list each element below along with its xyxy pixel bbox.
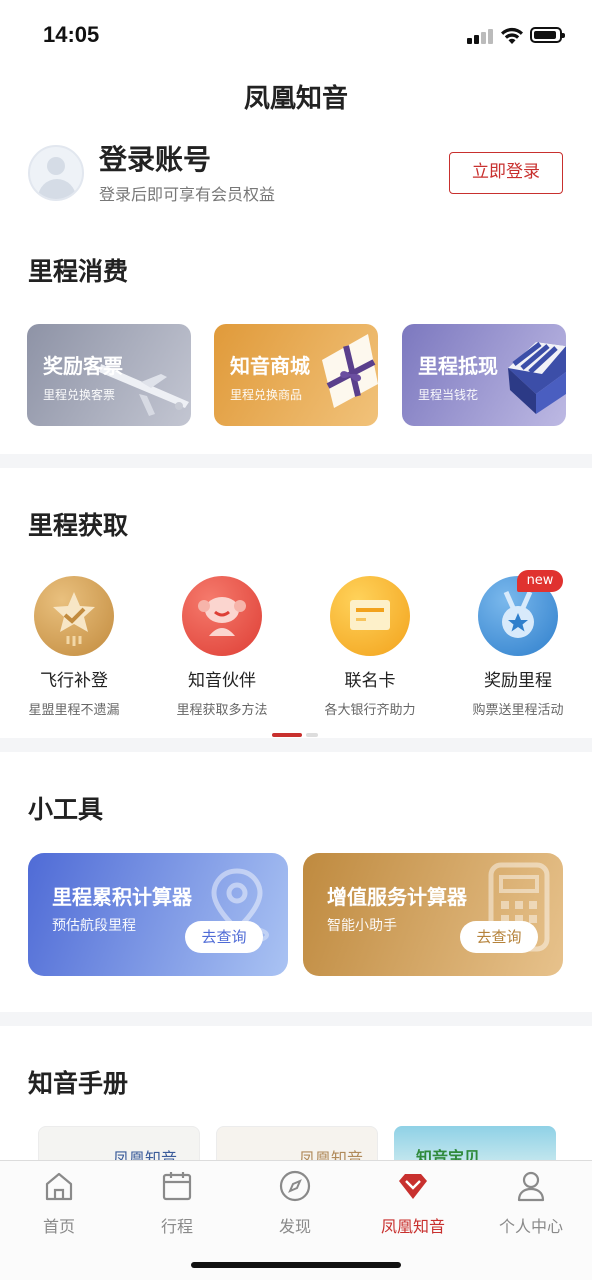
home-icon	[45, 1172, 73, 1201]
value-added-calculator-title: 增值服务计算器	[327, 885, 467, 909]
phoenix-gem-icon	[399, 1174, 427, 1199]
tab-label: 首页	[42, 1217, 75, 1236]
acquire-section-title: 里程获取	[28, 511, 129, 540]
shop-icon	[508, 342, 566, 414]
flight-retro-claim-item[interactable]: 飞行补登 星盟里程不遗漏	[0, 576, 148, 718]
partner-icon	[182, 576, 262, 656]
shop-mall-title: 知音商城	[230, 354, 310, 378]
section-divider	[0, 454, 592, 468]
value-added-calculator-card[interactable]: 增值服务计算器 智能小助手 去查询	[303, 853, 563, 976]
cobrand-card-item[interactable]: 联名卡 各大银行齐助力	[296, 576, 444, 718]
tab-trips[interactable]: 行程	[118, 1169, 236, 1237]
handbook-section-title: 知音手册	[28, 1069, 129, 1098]
status-time: 14:05	[43, 22, 100, 47]
cellular-signal-icon	[467, 28, 495, 44]
tab-label: 发现	[278, 1217, 311, 1236]
page-title: 凤凰知音	[243, 84, 348, 114]
bonus-mileage-name: 奖励里程	[484, 671, 552, 691]
mileage-cash-subtitle: 里程当钱花	[418, 388, 479, 402]
compass-icon	[279, 1170, 311, 1202]
tab-label: 行程	[160, 1217, 193, 1236]
tab-discover[interactable]: 发现	[236, 1169, 354, 1237]
shop-mall-card[interactable]: 知音商城 里程兑换商品	[214, 324, 378, 426]
wifi-icon	[501, 27, 523, 44]
bonus-mileage-desc: 购票送里程活动	[472, 703, 564, 718]
award-ticket-title: 奖励客票	[43, 354, 123, 378]
gift-box-icon	[322, 334, 378, 408]
mileage-cash-card[interactable]: 里程抵现 里程当钱花	[402, 324, 566, 426]
consume-section-title: 里程消费	[28, 257, 129, 286]
person-icon	[517, 1171, 545, 1202]
status-bar: 14:05	[0, 0, 592, 70]
new-badge: new	[517, 570, 563, 592]
battery-icon	[530, 27, 565, 43]
mileage-calculator-title: 里程累积计算器	[52, 885, 192, 909]
award-ticket-card[interactable]: 奖励客票 里程兑换客票	[27, 324, 191, 426]
tab-home[interactable]: 首页	[0, 1169, 118, 1237]
partner-name: 知音伙伴	[188, 671, 256, 691]
login-button[interactable]: 立即登录	[449, 152, 563, 194]
award-ticket-subtitle: 里程兑换客票	[43, 388, 116, 402]
tab-label: 个人中心	[498, 1217, 563, 1236]
bonus-mileage-item[interactable]: 奖励里程 购票送里程活动	[444, 576, 592, 718]
tab-phoenix[interactable]: 凤凰知音	[354, 1169, 472, 1237]
tools-section-title: 小工具	[28, 795, 104, 824]
mileage-calculator-query-button[interactable]: 去查询	[185, 921, 263, 953]
cobrand-card-name: 联名卡	[344, 671, 396, 691]
home-indicator	[191, 1262, 401, 1268]
card-icon	[330, 576, 410, 656]
tab-profile[interactable]: 个人中心	[472, 1169, 590, 1237]
star-check-icon	[34, 576, 114, 656]
value-added-calculator-subtitle: 智能小助手	[327, 918, 397, 934]
login-title[interactable]: 登录账号	[99, 138, 211, 178]
section-divider	[0, 1012, 592, 1026]
login-subtitle: 登录后即可享有会员权益	[99, 185, 276, 204]
cobrand-card-desc: 各大银行齐助力	[324, 703, 416, 718]
mileage-calculator-subtitle: 预估航段里程	[52, 918, 136, 934]
flight-retro-claim-desc: 星盟里程不遗漏	[28, 703, 120, 718]
flight-retro-claim-name: 飞行补登	[40, 671, 108, 691]
avatar[interactable]	[28, 145, 84, 201]
mileage-calculator-card[interactable]: 里程累积计算器 预估航段里程 去查询	[28, 853, 288, 976]
partner-item[interactable]: 知音伙伴 里程获取多方法	[148, 576, 296, 718]
mileage-cash-title: 里程抵现	[418, 354, 498, 378]
partner-desc: 里程获取多方法	[176, 703, 268, 718]
value-added-calculator-query-button[interactable]: 去查询	[460, 921, 538, 953]
section-divider	[0, 738, 592, 752]
calendar-icon	[162, 1172, 192, 1201]
tab-label: 凤凰知音	[380, 1217, 445, 1236]
shop-mall-subtitle: 里程兑换商品	[230, 388, 303, 402]
